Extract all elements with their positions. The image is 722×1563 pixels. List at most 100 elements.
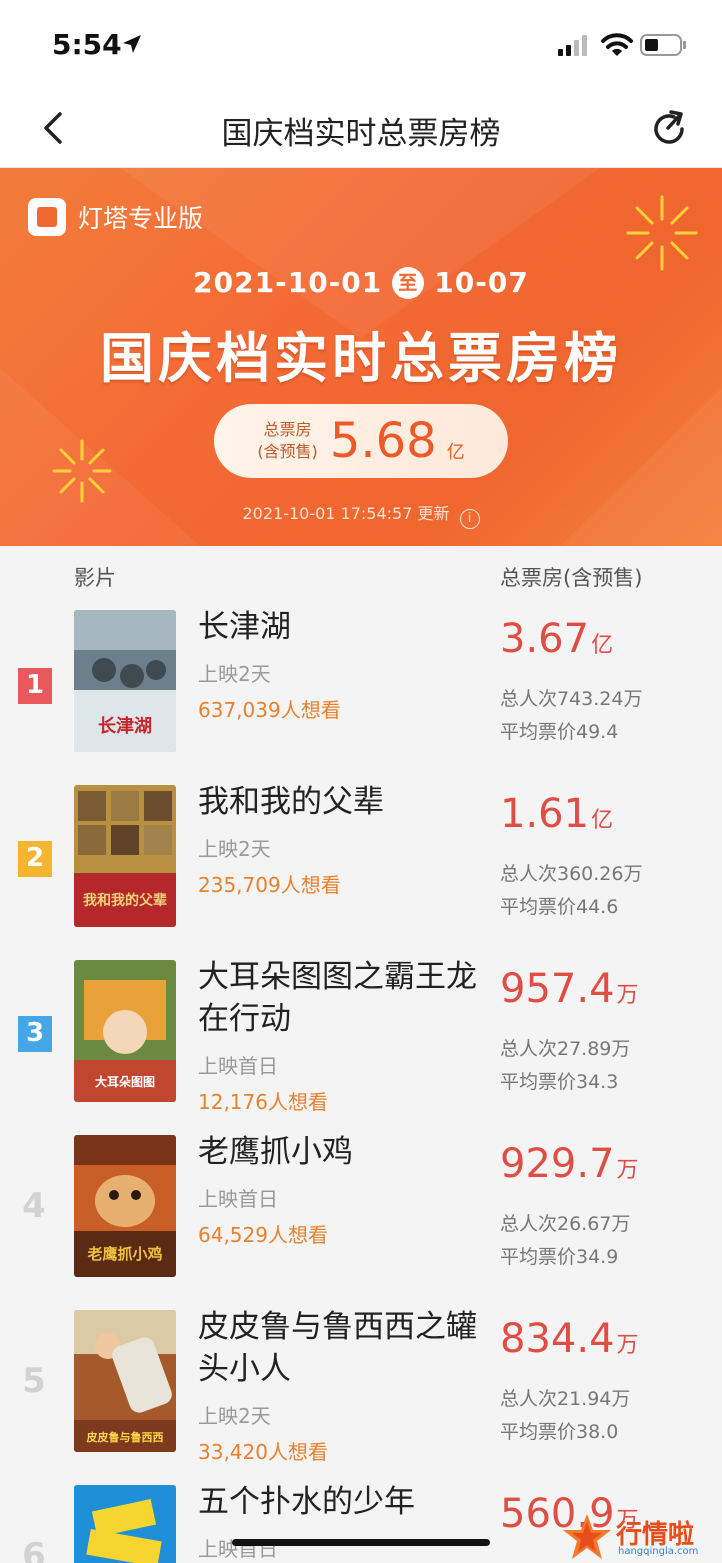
wish-count: 64,529人想看 [198, 1223, 328, 1247]
release-status: 上映2天 [198, 837, 271, 861]
wish-count: 12,176人想看 [198, 1090, 328, 1114]
star-logo-icon [563, 1514, 611, 1559]
movie-poster: 皮皮鲁与鲁西西 [74, 1310, 176, 1452]
status-time: 5:54 [52, 28, 122, 61]
release-status: 上映2天 [198, 662, 271, 686]
update-time: 2021-10-01 17:54:57 更新 i [0, 500, 722, 529]
svg-text:我和我的父辈: 我和我的父辈 [83, 892, 167, 909]
movie-title: 我和我的父辈 [198, 784, 384, 820]
box-office: 957.4万 [500, 966, 639, 1012]
lighthouse-logo-icon [28, 198, 66, 236]
box-office-value: 3.67 [500, 616, 590, 662]
movie-title: 皮皮鲁与鲁西西之罐头小人 [198, 1309, 477, 1387]
movie-row[interactable]: 4 老鹰抓小鸡 老鹰抓小鸡 上映首日 64,529人想看 929.7万 总人次2… [0, 1131, 722, 1306]
total-admissions: 总人次360.26万 [500, 863, 643, 885]
brand: 灯塔专业版 [28, 198, 203, 236]
total-value: 5.68 [329, 413, 437, 469]
watermark: 行情啦 hangqingla.com [560, 1512, 720, 1562]
svg-text:大耳朵图图: 大耳朵图图 [95, 1074, 155, 1089]
box-office-unit: 亿 [591, 808, 614, 833]
movie-poster: 我和我的父辈 [74, 785, 176, 927]
movie-poster: 老鹰抓小鸡 [74, 1135, 176, 1277]
rank-badge: 3 [18, 1016, 52, 1052]
rank-badge: 1 [18, 668, 52, 704]
firework-icon [52, 439, 112, 503]
movie-title: 长津湖 [198, 609, 291, 645]
battery-icon [640, 34, 686, 56]
average-price: 平均票价34.3 [500, 1071, 619, 1093]
total-admissions: 总人次27.89万 [500, 1038, 631, 1060]
svg-text:皮皮鲁与鲁西西: 皮皮鲁与鲁西西 [86, 1430, 164, 1444]
wifi-icon [601, 33, 633, 56]
movie-row[interactable]: 1 长津湖 长津湖 上映2天 637,039人想看 3.67亿 总人次743.2… [0, 606, 722, 781]
box-office: 929.7万 [500, 1141, 639, 1187]
firework-icon [626, 195, 698, 271]
box-office: 1.61亿 [500, 791, 613, 837]
home-indicator[interactable] [232, 1539, 490, 1546]
average-price: 平均票价38.0 [500, 1421, 619, 1443]
movie-poster: 大耳朵图图 [74, 960, 176, 1102]
total-admissions: 总人次26.67万 [500, 1213, 631, 1235]
rank-number: 4 [22, 1186, 46, 1226]
movie-poster [74, 1485, 176, 1563]
box-office: 834.4万 [500, 1316, 639, 1362]
banner: 灯塔专业版 2021-10-01 至 10-07 国庆档实时总票房榜 总票房 (含预… [0, 168, 722, 546]
watermark-url: hangqingla.com [618, 1546, 699, 1557]
average-price: 平均票价34.9 [500, 1246, 619, 1268]
release-status: 上映2天 [198, 1404, 271, 1428]
box-office-value: 957.4 [500, 966, 615, 1012]
date-from: 2021-10-01 [193, 266, 383, 299]
rank-badge: 2 [18, 841, 52, 877]
date-separator-badge: 至 [392, 267, 425, 299]
wish-count: 33,420人想看 [198, 1440, 328, 1464]
svg-text:长津湖: 长津湖 [98, 715, 152, 737]
rank-number: 6 [22, 1536, 46, 1563]
movie-title: 大耳朵图图之霸王龙在行动 [198, 959, 477, 1037]
list-header: 影片 总票房(含预售) [0, 546, 722, 606]
box-office-value: 1.61 [500, 791, 590, 837]
box-office-unit: 万 [616, 1333, 639, 1358]
total-admissions: 总人次743.24万 [500, 688, 643, 710]
update-text: 2021-10-01 17:54:57 更新 [242, 504, 450, 523]
total-label: 总票房 (含预售) [257, 419, 318, 463]
movie-row[interactable]: 2 我和我的父辈 我和我的父辈 上映2天 235,709人想看 1.61亿 总人… [0, 781, 722, 956]
total-box-office-pill: 总票房 (含预售) 5.68 亿 [214, 404, 508, 478]
page-title: 国庆档实时总票房榜 [221, 116, 501, 152]
cellular-signal-icon [558, 35, 587, 56]
movie-title: 老鹰抓小鸡 [198, 1134, 353, 1170]
box-office-value: 834.4 [500, 1316, 615, 1362]
date-range: 2021-10-01 至 10-07 [0, 266, 722, 299]
rank-number: 5 [22, 1361, 46, 1401]
info-icon[interactable]: i [459, 509, 480, 529]
date-to: 10-07 [434, 266, 529, 299]
movie-title: 五个扑水的少年 [198, 1484, 415, 1520]
average-price: 平均票价44.6 [500, 896, 619, 918]
wish-count: 235,709人想看 [198, 873, 341, 897]
movie-row[interactable]: 5 皮皮鲁与鲁西西 皮皮鲁与鲁西西之罐头小人 上映2天 33,420人想看 83… [0, 1306, 722, 1481]
box-office-unit: 万 [616, 1158, 639, 1183]
box-office-unit: 亿 [591, 633, 614, 658]
nav-bar: 国庆档实时总票房榜 [0, 90, 722, 168]
header-box-office: 总票房(含预售) [500, 566, 643, 590]
box-office-value: 929.7 [500, 1141, 615, 1187]
total-label-line2: (含预售) [257, 442, 318, 461]
svg-text:老鹰抓小鸡: 老鹰抓小鸡 [86, 1245, 162, 1263]
header-film: 影片 [74, 566, 116, 590]
box-office: 3.67亿 [500, 616, 613, 662]
total-unit: 亿 [446, 442, 465, 463]
movie-poster: 长津湖 [74, 610, 176, 752]
release-status: 上映首日 [198, 1537, 278, 1561]
release-status: 上映首日 [198, 1187, 278, 1211]
share-button[interactable] [646, 106, 692, 152]
box-office-unit: 万 [616, 983, 639, 1008]
movie-row[interactable]: 3 大耳朵图图 大耳朵图图之霸王龙在行动 上映首日 12,176人想看 957.… [0, 956, 722, 1131]
brand-name: 灯塔专业版 [78, 204, 204, 233]
release-status: 上映首日 [198, 1054, 278, 1078]
average-price: 平均票价49.4 [500, 721, 619, 743]
total-admissions: 总人次21.94万 [500, 1388, 631, 1410]
status-bar: 5:54 [0, 0, 722, 90]
banner-title: 国庆档实时总票房榜 [100, 327, 622, 390]
location-arrow-icon [123, 35, 141, 53]
total-label-line1: 总票房 [263, 420, 312, 439]
wish-count: 637,039人想看 [198, 698, 341, 722]
